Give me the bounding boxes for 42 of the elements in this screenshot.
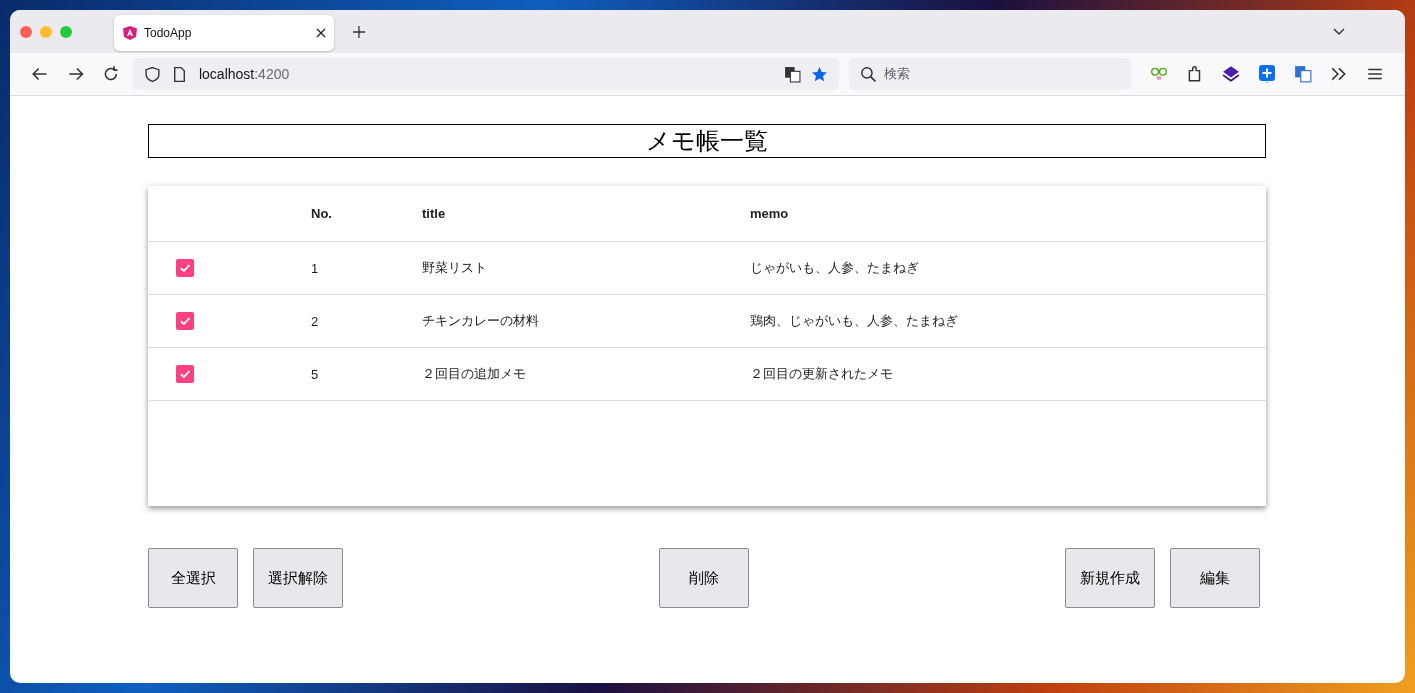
close-window-icon[interactable]: [20, 25, 32, 38]
search-field[interactable]: 検索: [849, 58, 1131, 90]
row-checkbox[interactable]: [176, 312, 194, 330]
action-button[interactable]: 全選択: [148, 548, 238, 608]
url-text: localhost:4200: [198, 66, 290, 82]
new-tab-icon[interactable]: [353, 25, 365, 38]
shield-a-logo-icon: [122, 25, 138, 41]
double-chevron-icon[interactable]: [1330, 65, 1348, 83]
table-cell-text: じゃがいも、人参、たまねぎ: [750, 259, 920, 277]
table-cell-text: チキンカレーの材料: [422, 312, 540, 330]
action-button[interactable]: 新規作成: [1065, 548, 1155, 608]
browser-tab[interactable]: TodoApp: [114, 15, 334, 51]
forward-icon[interactable]: [66, 65, 85, 83]
table-cell-text: 野菜リスト: [422, 259, 488, 277]
search-icon: [860, 65, 878, 83]
column-header: memo: [750, 206, 790, 221]
table-cell-text: 5: [311, 366, 320, 382]
plus-square-icon[interactable]: [1258, 65, 1276, 83]
column-header: title: [422, 206, 447, 221]
table-cell-text: 鶏肉、じゃがいも、人参、たまねぎ: [750, 312, 959, 330]
action-button[interactable]: 編集: [1170, 548, 1260, 608]
tab-title: TodoApp: [144, 26, 193, 40]
table-cell-text: 1: [311, 260, 320, 276]
back-icon[interactable]: [31, 65, 49, 83]
close-tab-icon[interactable]: [316, 28, 326, 38]
row-checkbox[interactable]: [176, 259, 194, 277]
chevron-down-icon[interactable]: [1333, 27, 1345, 36]
table-cell-text: 2: [311, 313, 320, 329]
translate-icon[interactable]: [784, 65, 802, 83]
layers-icon[interactable]: [1222, 65, 1240, 83]
address-bar[interactable]: localhost:4200: [132, 58, 840, 90]
star-icon[interactable]: [811, 65, 829, 83]
glasses-extension-icon[interactable]: [1150, 65, 1168, 83]
action-button[interactable]: 選択解除: [253, 548, 343, 608]
delete-button[interactable]: 削除: [659, 548, 749, 608]
column-header: No.: [311, 206, 333, 221]
table-cell-text: ２回目の追加メモ: [422, 365, 527, 383]
row-checkbox[interactable]: [176, 365, 194, 383]
shield-icon: [143, 65, 161, 83]
table-cell-text: ２回目の更新されたメモ: [750, 365, 894, 383]
reload-icon[interactable]: [102, 65, 120, 83]
page-heading: メモ帳一覧: [148, 124, 1266, 158]
